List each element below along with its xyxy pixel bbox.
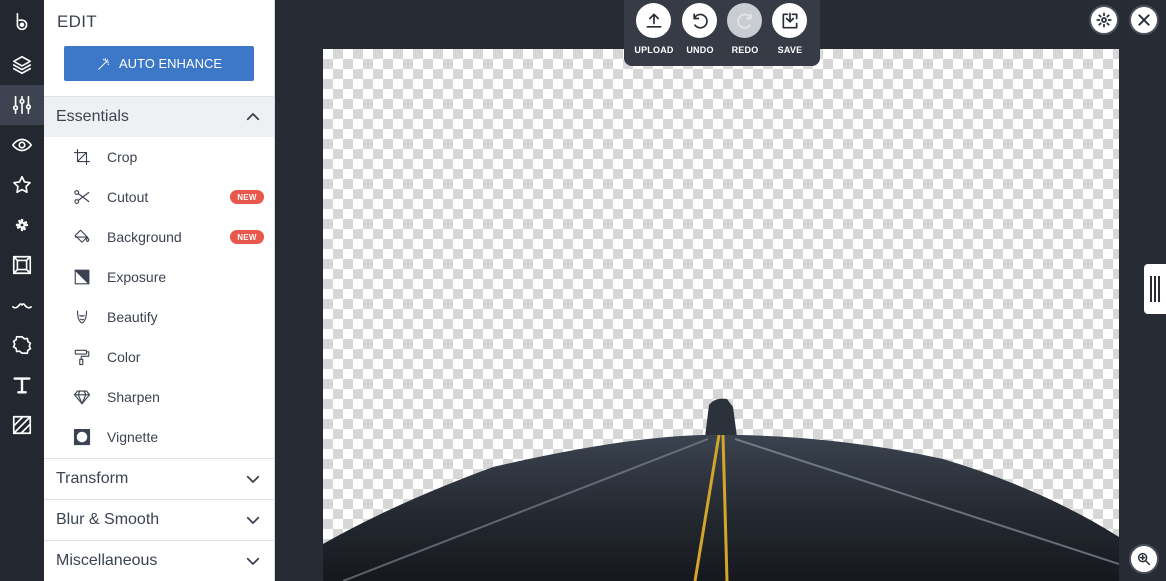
undo-button[interactable]: UNDO bbox=[682, 3, 718, 63]
star-icon[interactable] bbox=[0, 165, 44, 205]
redo-icon bbox=[736, 13, 752, 29]
handle-bar bbox=[1158, 276, 1160, 302]
tool-crop[interactable]: Crop bbox=[44, 137, 274, 177]
tool-label: Background bbox=[107, 229, 182, 245]
auto-enhance-label: AUTO ENHANCE bbox=[118, 56, 223, 71]
handle-bar bbox=[1150, 276, 1152, 302]
redo-circle[interactable] bbox=[727, 3, 762, 38]
tool-sharpen[interactable]: Sharpen bbox=[44, 377, 274, 417]
tool-label: Sharpen bbox=[107, 389, 160, 405]
edit-panel: EDIT AUTO ENHANCE Essentials Crop Cutout… bbox=[44, 0, 275, 581]
undo-circle[interactable] bbox=[682, 3, 717, 38]
tool-label: Beautify bbox=[107, 309, 158, 325]
tool-label: Cutout bbox=[107, 189, 149, 205]
section-label: Transform bbox=[56, 470, 129, 487]
sliders-icon[interactable] bbox=[0, 85, 44, 125]
upload-button[interactable]: UPLOAD bbox=[634, 3, 673, 63]
frame-icon[interactable] bbox=[0, 245, 44, 285]
image-canvas[interactable] bbox=[323, 49, 1119, 581]
layers-icon[interactable] bbox=[0, 45, 44, 85]
section-miscellaneous[interactable]: Miscellaneous bbox=[44, 540, 274, 581]
chevron-down-icon bbox=[246, 475, 260, 483]
gear-icon bbox=[1096, 12, 1112, 28]
panel-title: EDIT bbox=[57, 12, 97, 31]
close-button[interactable] bbox=[1129, 5, 1159, 35]
chevron-up-icon bbox=[246, 113, 260, 121]
tool-color[interactable]: Color bbox=[44, 337, 274, 377]
tool-beautify[interactable]: Beautify bbox=[44, 297, 274, 337]
handle-bar bbox=[1154, 276, 1156, 302]
section-label: Blur & Smooth bbox=[56, 511, 160, 528]
save-icon bbox=[782, 12, 797, 28]
beautify-icon bbox=[73, 308, 91, 326]
new-badge: NEW bbox=[230, 190, 264, 204]
road-image bbox=[323, 398, 1119, 581]
section-transform[interactable]: Transform bbox=[44, 458, 274, 499]
paint-roller-icon bbox=[73, 348, 91, 366]
undo-icon bbox=[692, 13, 708, 29]
magic-wand-icon bbox=[98, 57, 110, 70]
section-label: Miscellaneous bbox=[56, 552, 158, 569]
badge-icon[interactable] bbox=[0, 325, 44, 365]
save-button[interactable]: SAVE bbox=[772, 3, 808, 63]
tool-label: Vignette bbox=[107, 429, 159, 445]
zoom-button[interactable] bbox=[1129, 544, 1159, 574]
crop-icon bbox=[73, 148, 91, 166]
close-icon bbox=[1138, 14, 1150, 26]
tool-label: Exposure bbox=[107, 269, 167, 285]
top-toolbar: UPLOAD UNDO REDO SAVE bbox=[624, 0, 820, 66]
logo-icon[interactable] bbox=[0, 2, 44, 42]
tool-cutout[interactable]: Cutout NEW bbox=[44, 177, 274, 217]
flower-icon[interactable] bbox=[0, 205, 44, 245]
tool-label: Color bbox=[107, 349, 141, 365]
chevron-down-icon bbox=[246, 516, 260, 524]
vignette-icon bbox=[73, 428, 91, 446]
icon-rail bbox=[0, 0, 44, 581]
eye-icon[interactable] bbox=[0, 125, 44, 165]
settings-button[interactable] bbox=[1089, 5, 1119, 35]
side-panel-handle[interactable] bbox=[1144, 264, 1166, 314]
section-label: Essentials bbox=[56, 108, 129, 125]
diamond-icon bbox=[73, 388, 91, 406]
tool-exposure[interactable]: Exposure bbox=[44, 257, 274, 297]
redo-button[interactable]: REDO bbox=[727, 3, 763, 63]
mustache-icon[interactable] bbox=[0, 285, 44, 325]
text-icon[interactable] bbox=[0, 365, 44, 405]
tool-vignette[interactable]: Vignette bbox=[44, 417, 274, 457]
scissors-icon bbox=[73, 188, 91, 206]
new-badge: NEW bbox=[230, 230, 264, 244]
paint-bucket-icon bbox=[73, 228, 91, 246]
tool-background[interactable]: Background NEW bbox=[44, 217, 274, 257]
texture-icon[interactable] bbox=[0, 405, 44, 445]
chevron-down-icon bbox=[246, 557, 260, 565]
tool-label: Crop bbox=[107, 149, 138, 165]
save-label: SAVE bbox=[777, 45, 803, 55]
zoom-in-icon bbox=[1137, 552, 1151, 566]
exposure-icon bbox=[73, 268, 91, 286]
save-circle[interactable] bbox=[772, 3, 807, 38]
upload-circle[interactable] bbox=[636, 3, 671, 38]
upload-icon bbox=[646, 13, 661, 28]
auto-enhance-button[interactable]: AUTO ENHANCE bbox=[64, 46, 254, 81]
section-blur-smooth[interactable]: Blur & Smooth bbox=[44, 499, 274, 540]
section-essentials[interactable]: Essentials bbox=[44, 96, 274, 137]
